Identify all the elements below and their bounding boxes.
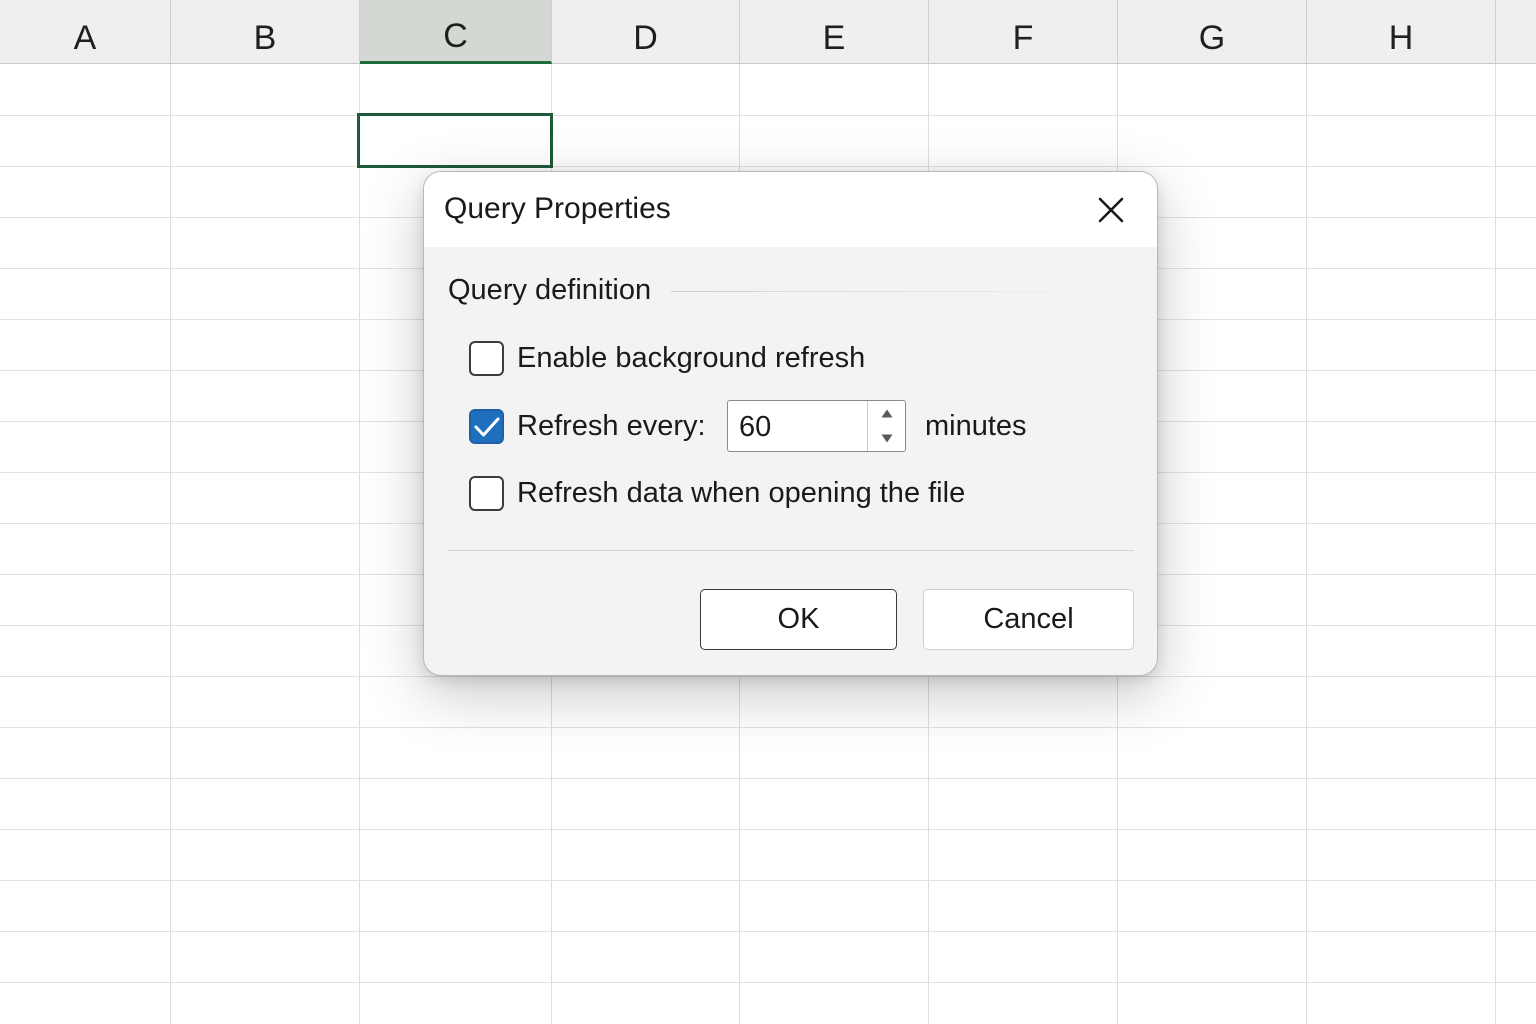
- query-properties-dialog: Query Properties Query definition Enable…: [423, 171, 1158, 676]
- column-header-b[interactable]: B: [171, 0, 360, 64]
- background-refresh-checkbox[interactable]: [469, 341, 504, 376]
- section-divider: [671, 291, 1121, 292]
- refresh-on-open-label: Refresh data when opening the file: [517, 477, 966, 509]
- refresh-every-label: Refresh every:: [517, 410, 706, 442]
- spin-up-button[interactable]: [868, 401, 905, 426]
- spinner-buttons: [867, 401, 905, 451]
- column-header-c[interactable]: C: [360, 0, 552, 64]
- dialog-titlebar: Query Properties: [424, 172, 1157, 247]
- dialog-title: Query Properties: [444, 192, 671, 225]
- grid-line: [0, 931, 1536, 932]
- column-header-a[interactable]: A: [0, 0, 171, 64]
- refresh-every-checkbox[interactable]: [469, 409, 504, 444]
- column-header-f[interactable]: F: [929, 0, 1118, 64]
- triangle-down-icon: [881, 434, 892, 443]
- option-refresh-every[interactable]: Refresh every:: [469, 409, 706, 444]
- column-header-d[interactable]: D: [552, 0, 740, 64]
- active-cell[interactable]: [357, 113, 553, 168]
- cancel-button[interactable]: Cancel: [923, 589, 1134, 650]
- refresh-on-open-checkbox[interactable]: [469, 476, 504, 511]
- footer-divider: [448, 550, 1134, 551]
- grid-line: [0, 880, 1536, 881]
- grid-line: [0, 676, 1536, 677]
- option-background-refresh[interactable]: Enable background refresh: [469, 341, 865, 376]
- grid-line: [0, 982, 1536, 983]
- option-refresh-on-open[interactable]: Refresh data when opening the file: [469, 476, 965, 511]
- grid-line: [0, 166, 1536, 167]
- column-header-e[interactable]: E: [740, 0, 929, 64]
- triangle-up-icon: [881, 409, 892, 418]
- column-header-h[interactable]: H: [1307, 0, 1496, 64]
- background-refresh-label: Enable background refresh: [517, 342, 866, 374]
- refresh-interval-spinner[interactable]: 60: [727, 400, 906, 452]
- section-label: Query definition: [448, 274, 652, 306]
- checkmark-icon: [474, 417, 499, 436]
- spin-down-button[interactable]: [868, 426, 905, 451]
- column-header-g[interactable]: G: [1118, 0, 1307, 64]
- grid-line: [0, 727, 1536, 728]
- close-button[interactable]: [1087, 190, 1135, 230]
- grid-line: [0, 829, 1536, 830]
- column-header-row: A B C D E F G H: [0, 0, 1536, 64]
- grid-line: [0, 778, 1536, 779]
- minutes-label: minutes: [925, 410, 1027, 442]
- refresh-interval-value[interactable]: 60: [739, 411, 771, 444]
- close-icon: [1098, 197, 1124, 223]
- ok-button[interactable]: OK: [700, 589, 897, 650]
- grid-line: [0, 115, 1536, 116]
